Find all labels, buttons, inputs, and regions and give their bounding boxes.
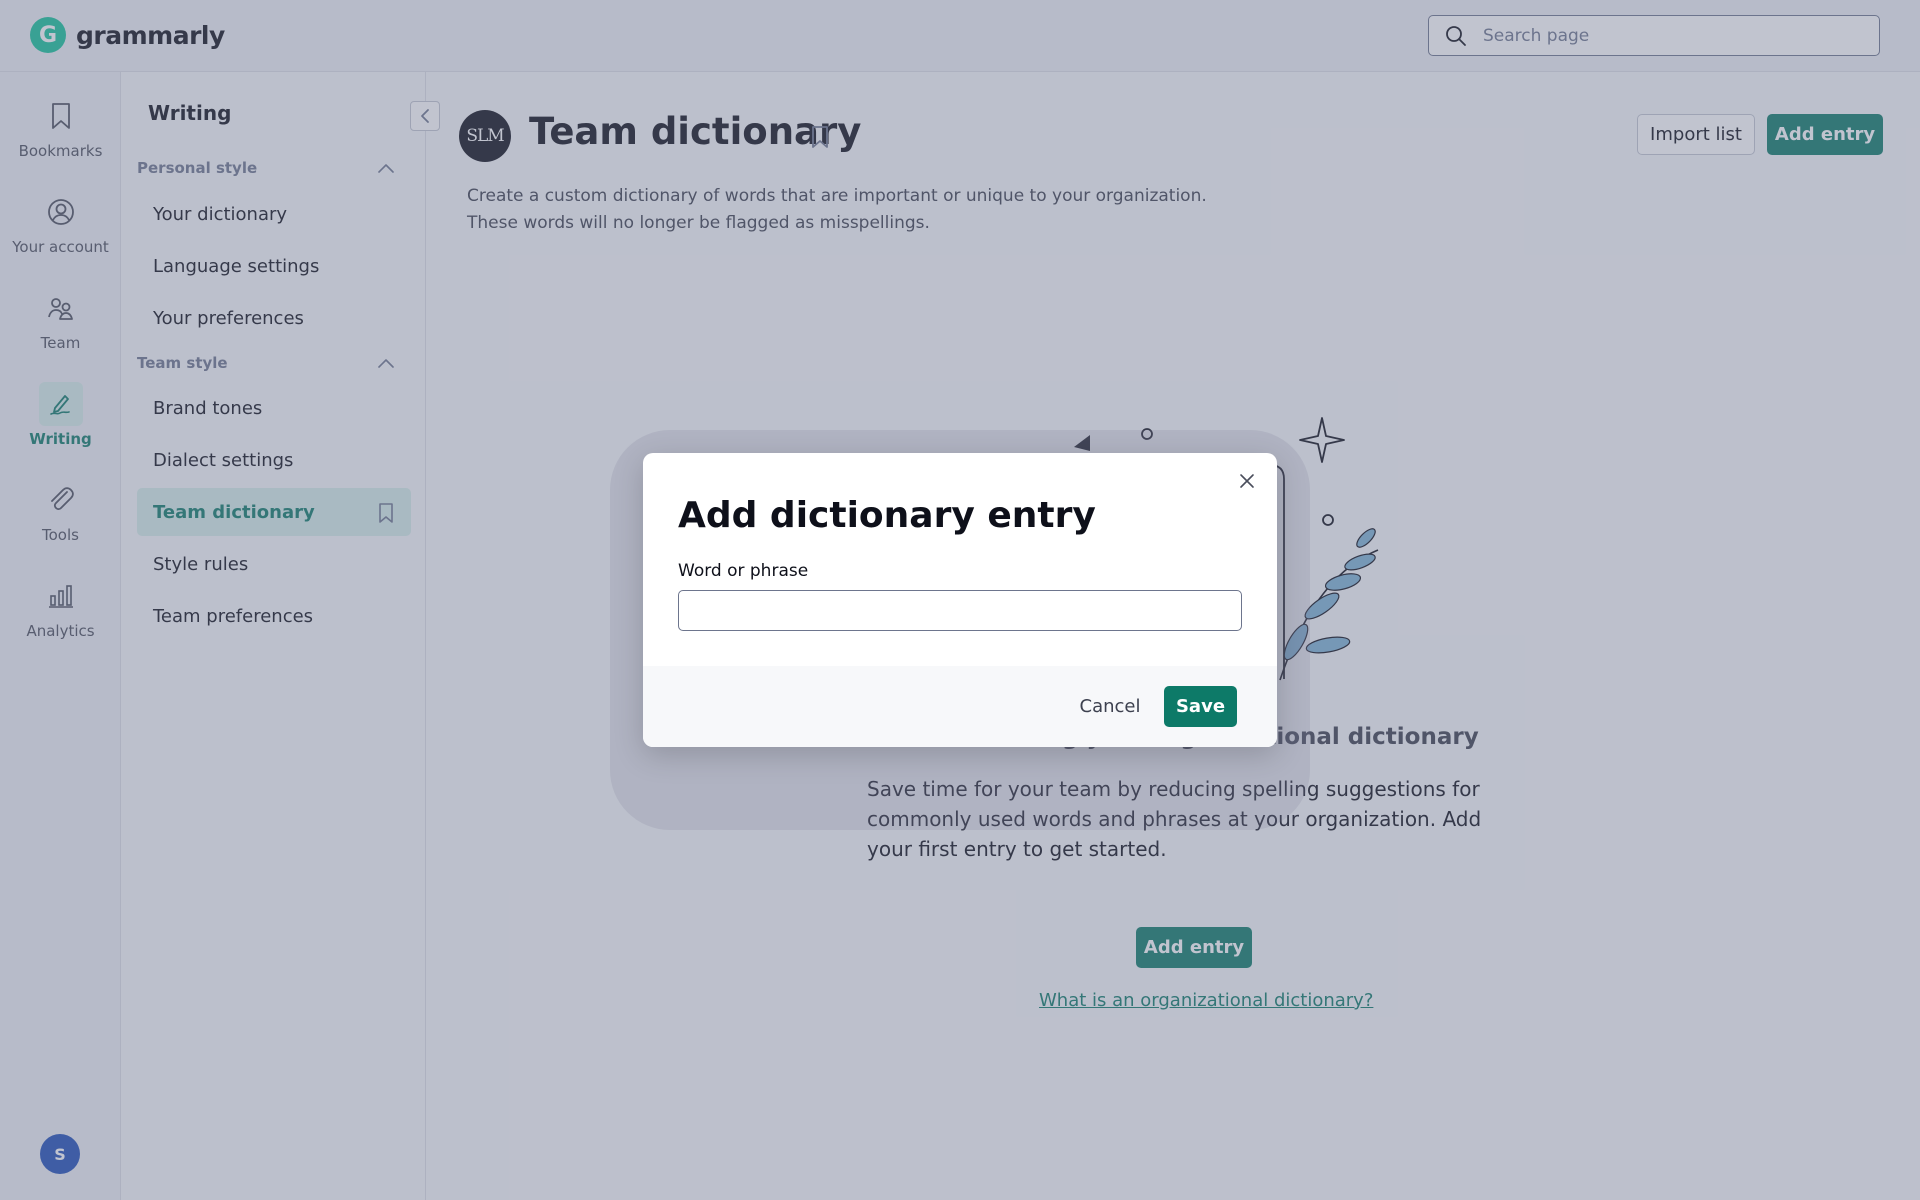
close-icon [1240,474,1254,488]
save-button[interactable]: Save [1164,686,1237,727]
close-dialog-button[interactable] [1233,467,1261,495]
add-dictionary-entry-dialog: Add dictionary entry Word or phrase Canc… [643,453,1277,747]
word-or-phrase-label: Word or phrase [678,561,809,581]
dialog-footer: Cancel Save [643,666,1277,747]
dialog-title: Add dictionary entry [678,495,1096,536]
word-or-phrase-input[interactable] [678,590,1242,631]
cancel-button[interactable]: Cancel [1073,686,1147,727]
